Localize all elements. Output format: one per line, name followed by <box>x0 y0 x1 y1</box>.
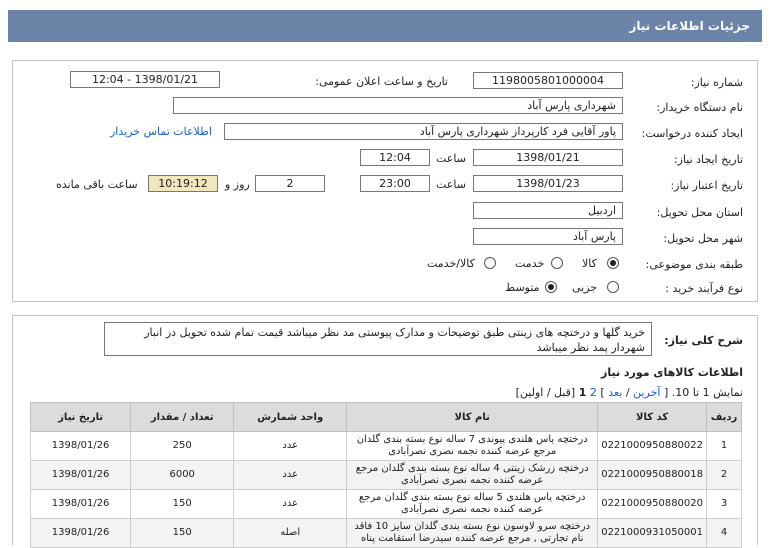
cell-qty: 150 <box>130 489 235 519</box>
remaining-time-field[interactable]: 10:19:12 <box>148 175 218 192</box>
category-goods-label: کالا <box>582 257 597 270</box>
cell-unit: اصله <box>233 518 348 548</box>
category-service-label: خدمت <box>515 257 545 270</box>
col-code-header: کد کالا <box>597 402 707 432</box>
table-row: 4 0221000931050001 درختچه سرو لاوسون نوع… <box>29 518 742 548</box>
category-label: طبقه بندی موضوعی: <box>645 258 743 271</box>
cell-date: 1398/01/26 <box>29 431 132 461</box>
pager-prev-first: [قبل / اولین] <box>515 386 576 399</box>
table-row: 2 0221000950880018 درختچه زرشک زینتی 4 س… <box>29 460 742 490</box>
requester-label: ایجاد کننده درخواست: <box>641 127 743 140</box>
process-minor-radio[interactable] <box>607 281 619 293</box>
goods-section-title: اطلاعات کالاهای مورد نیاز <box>601 366 743 379</box>
pager-next-link[interactable]: بعد <box>608 386 622 399</box>
need-number-label: شماره نیاز: <box>690 76 743 89</box>
description-label: شرح کلی نیاز: <box>664 334 743 347</box>
cell-code: 0221000950880018 <box>597 460 707 490</box>
buyer-org-label: نام دستگاه خریدار: <box>656 101 743 114</box>
pagination: نمایش 1 تا 10. [ آخرین / بعد ] 2 1 [قبل … <box>516 386 743 399</box>
cell-unit: عدد <box>233 489 348 519</box>
cell-qty: 250 <box>130 431 235 461</box>
cell-code: 0221000931050001 <box>597 518 707 548</box>
process-label: نوع فرآیند خرید : <box>665 282 743 295</box>
valid-date-field[interactable]: 1398/01/23 <box>473 175 623 192</box>
city-label: شهر محل تحویل: <box>663 232 743 245</box>
remaining-days-field[interactable]: 2 <box>255 175 325 192</box>
cell-qty: 6000 <box>130 460 235 490</box>
pager-summary: نمایش 1 تا 10. <box>671 386 743 399</box>
col-index-header: ردیف <box>706 402 742 432</box>
description-field[interactable]: خرید گلها و درختچه های زینتی طبق توضیحات… <box>104 322 652 356</box>
col-name-header: نام کالا <box>346 402 599 432</box>
col-unit-header: واحد شمارش <box>233 402 348 432</box>
pager-last-link[interactable]: آخرین <box>633 386 660 399</box>
process-medium-label: متوسط <box>505 281 540 294</box>
cell-index: 3 <box>706 489 742 519</box>
cell-unit: عدد <box>233 431 348 461</box>
announce-datetime-field[interactable]: 1398/01/21 - 12:04 <box>70 71 220 88</box>
pager-open-bracket: [ <box>663 386 669 399</box>
category-goods-radio[interactable] <box>607 257 619 269</box>
pager-current-page: 1 <box>578 386 587 399</box>
cell-code: 0221000950880022 <box>597 431 707 461</box>
valid-time-field[interactable]: 23:00 <box>360 175 430 192</box>
province-label: استان محل تحویل: <box>656 206 743 219</box>
cell-code: 0221000950880020 <box>597 489 707 519</box>
process-minor-label: جزیی <box>572 281 598 294</box>
requester-field[interactable]: پاور آقایی فرد کارپرداز شهرداری پارس آبا… <box>224 123 623 140</box>
category-service-radio[interactable] <box>551 257 563 269</box>
cell-name: درختچه زرشک زینتی 4 ساله نوع بسته بندی گ… <box>346 460 599 490</box>
cell-name: درختچه یاس هلندی پیوندی 7 ساله نوع بسته … <box>346 431 599 461</box>
valid-time-label: ساعت <box>436 178 466 191</box>
buyer-contact-link[interactable]: اطلاعات تماس خریدار <box>110 125 212 138</box>
created-time-label: ساعت <box>436 152 466 165</box>
valid-date-label: تاریخ اعتبار نیاز: <box>670 179 743 192</box>
cell-name: درختچه سرو لاوسون نوع بسته بندی گلدان سا… <box>346 518 599 548</box>
cell-unit: عدد <box>233 460 348 490</box>
cell-qty: 150 <box>130 518 235 548</box>
col-date-header: تاریخ نیاز <box>29 402 132 432</box>
cell-index: 2 <box>706 460 742 490</box>
pager-page-2-link[interactable]: 2 <box>590 386 597 399</box>
cell-date: 1398/01/26 <box>29 460 132 490</box>
remaining-label: ساعت باقی مانده <box>56 178 138 191</box>
city-field[interactable]: پارس آباد <box>473 228 623 245</box>
days-label: روز و <box>225 178 250 191</box>
created-date-label: تاریخ ایجاد نیاز: <box>673 153 743 166</box>
cell-index: 1 <box>706 431 742 461</box>
need-number-field[interactable]: 1198005801000004 <box>473 72 623 89</box>
window-title: جزئیات اطلاعات نیاز <box>8 10 762 42</box>
col-qty-header: تعداد / مقدار <box>130 402 235 432</box>
buyer-org-field[interactable]: شهرداری پارس آباد <box>173 97 623 114</box>
created-date-field[interactable]: 1398/01/21 <box>473 149 623 166</box>
province-field[interactable]: اردبیل <box>473 202 623 219</box>
goods-table: ردیف کد کالا نام کالا واحد شمارش تعداد /… <box>29 402 742 548</box>
created-time-field[interactable]: 12:04 <box>360 149 430 166</box>
category-goods-service-radio[interactable] <box>484 257 496 269</box>
cell-date: 1398/01/26 <box>29 518 132 548</box>
announce-label: تاریخ و ساعت اعلان عمومی: <box>315 75 448 88</box>
pager-separator: / <box>625 386 630 399</box>
pager-close-bracket: ] <box>600 386 605 399</box>
cell-name: درختچه یاس هلندی 5 ساله نوع بسته بندی گل… <box>346 489 599 519</box>
category-goods-service-label: کالا/خدمت <box>427 257 475 270</box>
cell-index: 4 <box>706 518 742 548</box>
cell-date: 1398/01/26 <box>29 489 132 519</box>
table-row: 1 0221000950880022 درختچه یاس هلندی پیون… <box>29 431 742 461</box>
process-medium-radio[interactable] <box>545 281 557 293</box>
table-row: 3 0221000950880020 درختچه یاس هلندی 5 سا… <box>29 489 742 519</box>
